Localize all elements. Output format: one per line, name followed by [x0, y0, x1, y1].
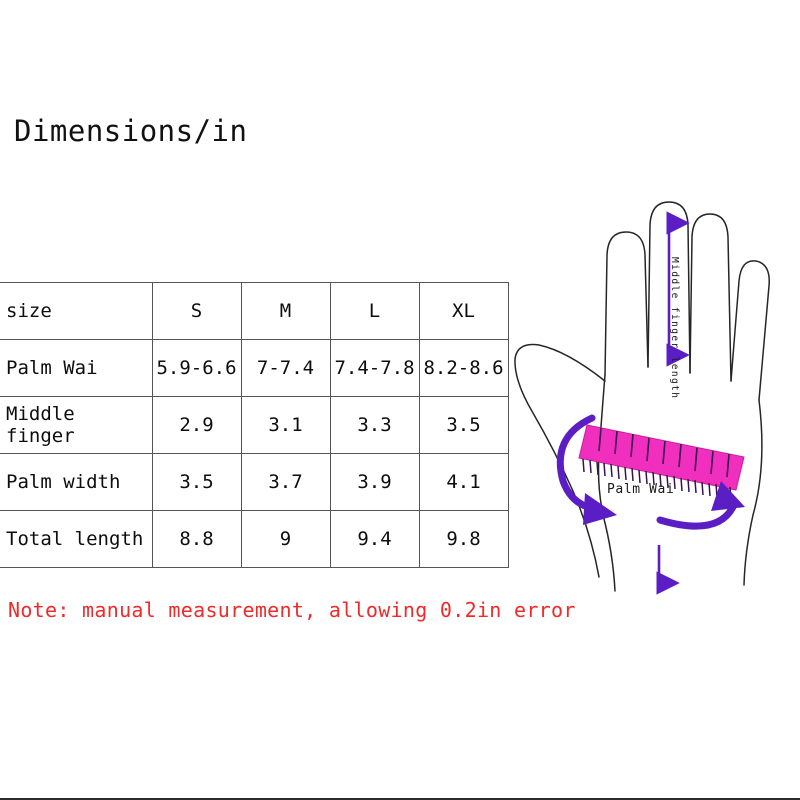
column-header-m: M: [240, 282, 331, 340]
cell-palm-wai-m: 7-7.4: [240, 339, 331, 397]
row-label-total-length: Total length: [0, 510, 153, 568]
column-header-size: size: [0, 282, 153, 340]
palm-wai-label: Palm Wai: [607, 482, 674, 497]
cell-middle-finger-s: 2.9: [151, 396, 242, 454]
middle-finger-length-label: Middle finger length: [669, 257, 680, 399]
table-row: Total length 8.8 9 9.4 9.8: [0, 510, 509, 568]
cell-palm-width-l: 3.9: [329, 453, 420, 511]
column-header-s: S: [151, 282, 242, 340]
table-row: Middle finger 2.9 3.1 3.3 3.5: [0, 396, 509, 454]
cell-middle-finger-l: 3.3: [329, 396, 420, 454]
table-row: Palm Wai 5.9-6.6 7-7.4 7.4-7.8 8.2-8.6: [0, 339, 509, 397]
row-label-middle-finger: Middle finger: [0, 396, 153, 454]
cell-palm-width-s: 3.5: [151, 453, 242, 511]
cell-palm-wai-l: 7.4-7.8: [329, 339, 420, 397]
cell-total-length-m: 9: [240, 510, 331, 568]
cell-total-length-l: 9.4: [329, 510, 420, 568]
size-chart-table: size S M L XL Palm Wai 5.9-6.6 7-7.4 7.4…: [0, 282, 509, 568]
hand-outline-icon: [514, 201, 770, 592]
palm-wrap-arrow-right: [656, 503, 737, 530]
row-label-palm-width: Palm width: [0, 453, 153, 511]
hand-measurement-diagram: Middle finger length Palm Wai: [495, 185, 800, 605]
table-row: Palm width 3.5 3.7 3.9 4.1: [0, 453, 509, 511]
table-header-row: size S M L XL: [0, 282, 509, 340]
cell-total-length-s: 8.8: [151, 510, 242, 568]
cell-palm-width-m: 3.7: [240, 453, 331, 511]
row-label-palm-wai: Palm Wai: [0, 339, 153, 397]
measurement-note: Note: manual measurement, allowing 0.2in…: [8, 598, 576, 622]
column-header-l: L: [329, 282, 420, 340]
cell-palm-wai-s: 5.9-6.6: [151, 339, 242, 397]
cell-middle-finger-m: 3.1: [240, 396, 331, 454]
page-title: Dimensions/in: [14, 114, 248, 148]
middle-finger-length-arrow: Middle finger length: [666, 211, 690, 399]
